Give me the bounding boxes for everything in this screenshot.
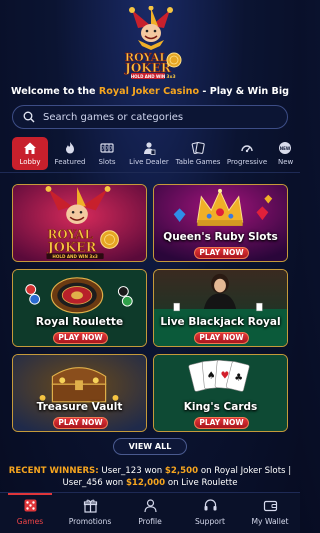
game-title: King's Cards xyxy=(183,401,258,413)
flame-icon xyxy=(66,142,74,154)
tab-live-dealer[interactable]: Live Dealer xyxy=(128,137,170,171)
art-tag: HOLD AND WIN 3x3 xyxy=(52,254,98,259)
art-line2: JOKER xyxy=(47,240,97,255)
winner-game: on Live Roulette xyxy=(165,478,238,488)
game-card-royal-joker[interactable]: ROYAL JOKER HOLD AND WIN 3x3 xyxy=(12,184,147,262)
game-card-live-blackjack-royal[interactable]: Live Blackjack Royal PLAY NOW xyxy=(153,269,288,347)
search-bar[interactable] xyxy=(12,105,288,129)
svg-text:7: 7 xyxy=(106,146,109,151)
tab-lobby-label: Lobby xyxy=(19,158,41,166)
tab-table-games-label: Table Games xyxy=(175,158,221,166)
logo-line2: JOKER xyxy=(124,61,172,75)
svg-text:7: 7 xyxy=(102,146,105,151)
user-icon xyxy=(143,499,157,513)
search-icon xyxy=(23,111,35,123)
bottom-nav: Games Promotions Profile Support My Wall… xyxy=(0,492,300,533)
tab-featured-label: Featured xyxy=(54,158,86,166)
game-title: Queen's Ruby Slots xyxy=(163,231,278,243)
winner-amount: $2,500 xyxy=(164,466,199,476)
slot-reels-icon: 7 7 7 xyxy=(100,143,114,153)
tab-new-label: New xyxy=(278,158,294,166)
nav-games[interactable]: Games xyxy=(0,493,60,533)
tab-live-dealer-label: Live Dealer xyxy=(129,158,169,166)
wallet-icon xyxy=(263,500,277,512)
play-now-button[interactable]: PLAY NOW xyxy=(53,332,108,344)
nav-promotions-label: Promotions xyxy=(68,517,112,526)
winners-label: RECENT WINNERS: xyxy=(8,466,99,476)
game-card-kings-cards[interactable]: ♠ ♥ ♣ King's Cards PLAY NOW xyxy=(153,354,288,432)
game-title: Royal Roulette xyxy=(35,316,124,328)
new-badge-icon: NEW xyxy=(279,142,291,154)
home-icon xyxy=(24,142,36,154)
tab-progressive-label: Progressive xyxy=(226,158,268,166)
royal-joker-art: ROYAL JOKER HOLD AND WIN 3x3 xyxy=(13,185,146,261)
winners-separator: | xyxy=(288,466,292,476)
winner-user: User_123 xyxy=(101,466,142,476)
game-title: Live Blackjack Royal xyxy=(160,316,281,328)
play-now-button[interactable]: PLAY NOW xyxy=(194,332,249,344)
nav-my-wallet-label: My Wallet xyxy=(251,517,289,526)
game-title: Treasure Vault xyxy=(36,401,123,413)
welcome-banner: Welcome to the Royal Joker Casino - Play… xyxy=(0,86,300,97)
recent-winners-ticker: RECENT WINNERS: User_123 won $2,500 on R… xyxy=(0,465,300,491)
welcome-suffix: - Play & Win Big xyxy=(199,86,290,97)
tab-new[interactable]: NEW New xyxy=(278,137,300,171)
game-card-queens-ruby-slots[interactable]: Queen's Ruby Slots PLAY NOW xyxy=(153,184,288,262)
game-card-treasure-vault[interactable]: Treasure Vault PLAY NOW xyxy=(12,354,147,432)
play-now-button[interactable]: PLAY NOW xyxy=(53,417,108,429)
tab-table-games[interactable]: Table Games xyxy=(174,137,222,171)
logo-tag: HOLD AND WIN xyxy=(131,74,165,79)
svg-text:♣: ♣ xyxy=(234,372,243,383)
gauge-icon xyxy=(241,145,253,153)
svg-text:♥: ♥ xyxy=(221,370,230,381)
svg-text:NEW: NEW xyxy=(280,146,291,151)
game-card-royal-roulette[interactable]: Royal Roulette PLAY NOW xyxy=(12,269,147,347)
tab-featured[interactable]: Featured xyxy=(52,137,88,171)
logo-sub: 3x3 xyxy=(166,74,175,80)
tab-progressive[interactable]: Progressive xyxy=(225,137,269,171)
nav-games-label: Games xyxy=(16,517,44,526)
welcome-highlight: Royal Joker Casino xyxy=(98,86,200,97)
nav-support[interactable]: Support xyxy=(180,493,240,533)
category-bar: Lobby Featured 7 7 7 Slots Live Dealer T… xyxy=(0,137,300,173)
play-now-button[interactable]: PLAY NOW xyxy=(194,247,249,259)
nav-support-label: Support xyxy=(194,517,226,526)
winner-game: on Royal Joker Slots xyxy=(198,466,286,476)
dealer-icon xyxy=(144,142,156,155)
welcome-prefix: Welcome to the xyxy=(10,86,99,97)
tab-slots-label: Slots xyxy=(98,158,116,166)
cards-icon xyxy=(191,142,205,154)
nav-profile-label: Profile xyxy=(138,517,162,526)
winner-won: won xyxy=(102,478,126,488)
headset-icon xyxy=(204,499,216,511)
winner-user: User_456 xyxy=(62,478,103,488)
play-now-button[interactable]: PLAY NOW xyxy=(194,417,249,429)
view-all-button[interactable]: VIEW ALL xyxy=(113,438,187,455)
nav-my-wallet[interactable]: My Wallet xyxy=(240,493,300,533)
tab-lobby[interactable]: Lobby xyxy=(12,137,48,170)
winner-won: won xyxy=(141,466,165,476)
nav-promotions[interactable]: Promotions xyxy=(60,493,120,533)
svg-text:7: 7 xyxy=(110,146,113,151)
tab-slots[interactable]: 7 7 7 Slots xyxy=(92,137,122,171)
winner-amount: $12,000 xyxy=(125,478,166,488)
nav-profile[interactable]: Profile xyxy=(120,493,180,533)
svg-text:♠: ♠ xyxy=(207,370,216,381)
dice-icon xyxy=(24,499,36,512)
search-input[interactable] xyxy=(43,111,273,123)
header: ROYAL JOKER HOLD AND WIN 3x3 xyxy=(0,0,300,82)
gift-icon xyxy=(83,499,97,513)
royal-joker-logo[interactable]: ROYAL JOKER HOLD AND WIN 3x3 xyxy=(118,6,184,80)
